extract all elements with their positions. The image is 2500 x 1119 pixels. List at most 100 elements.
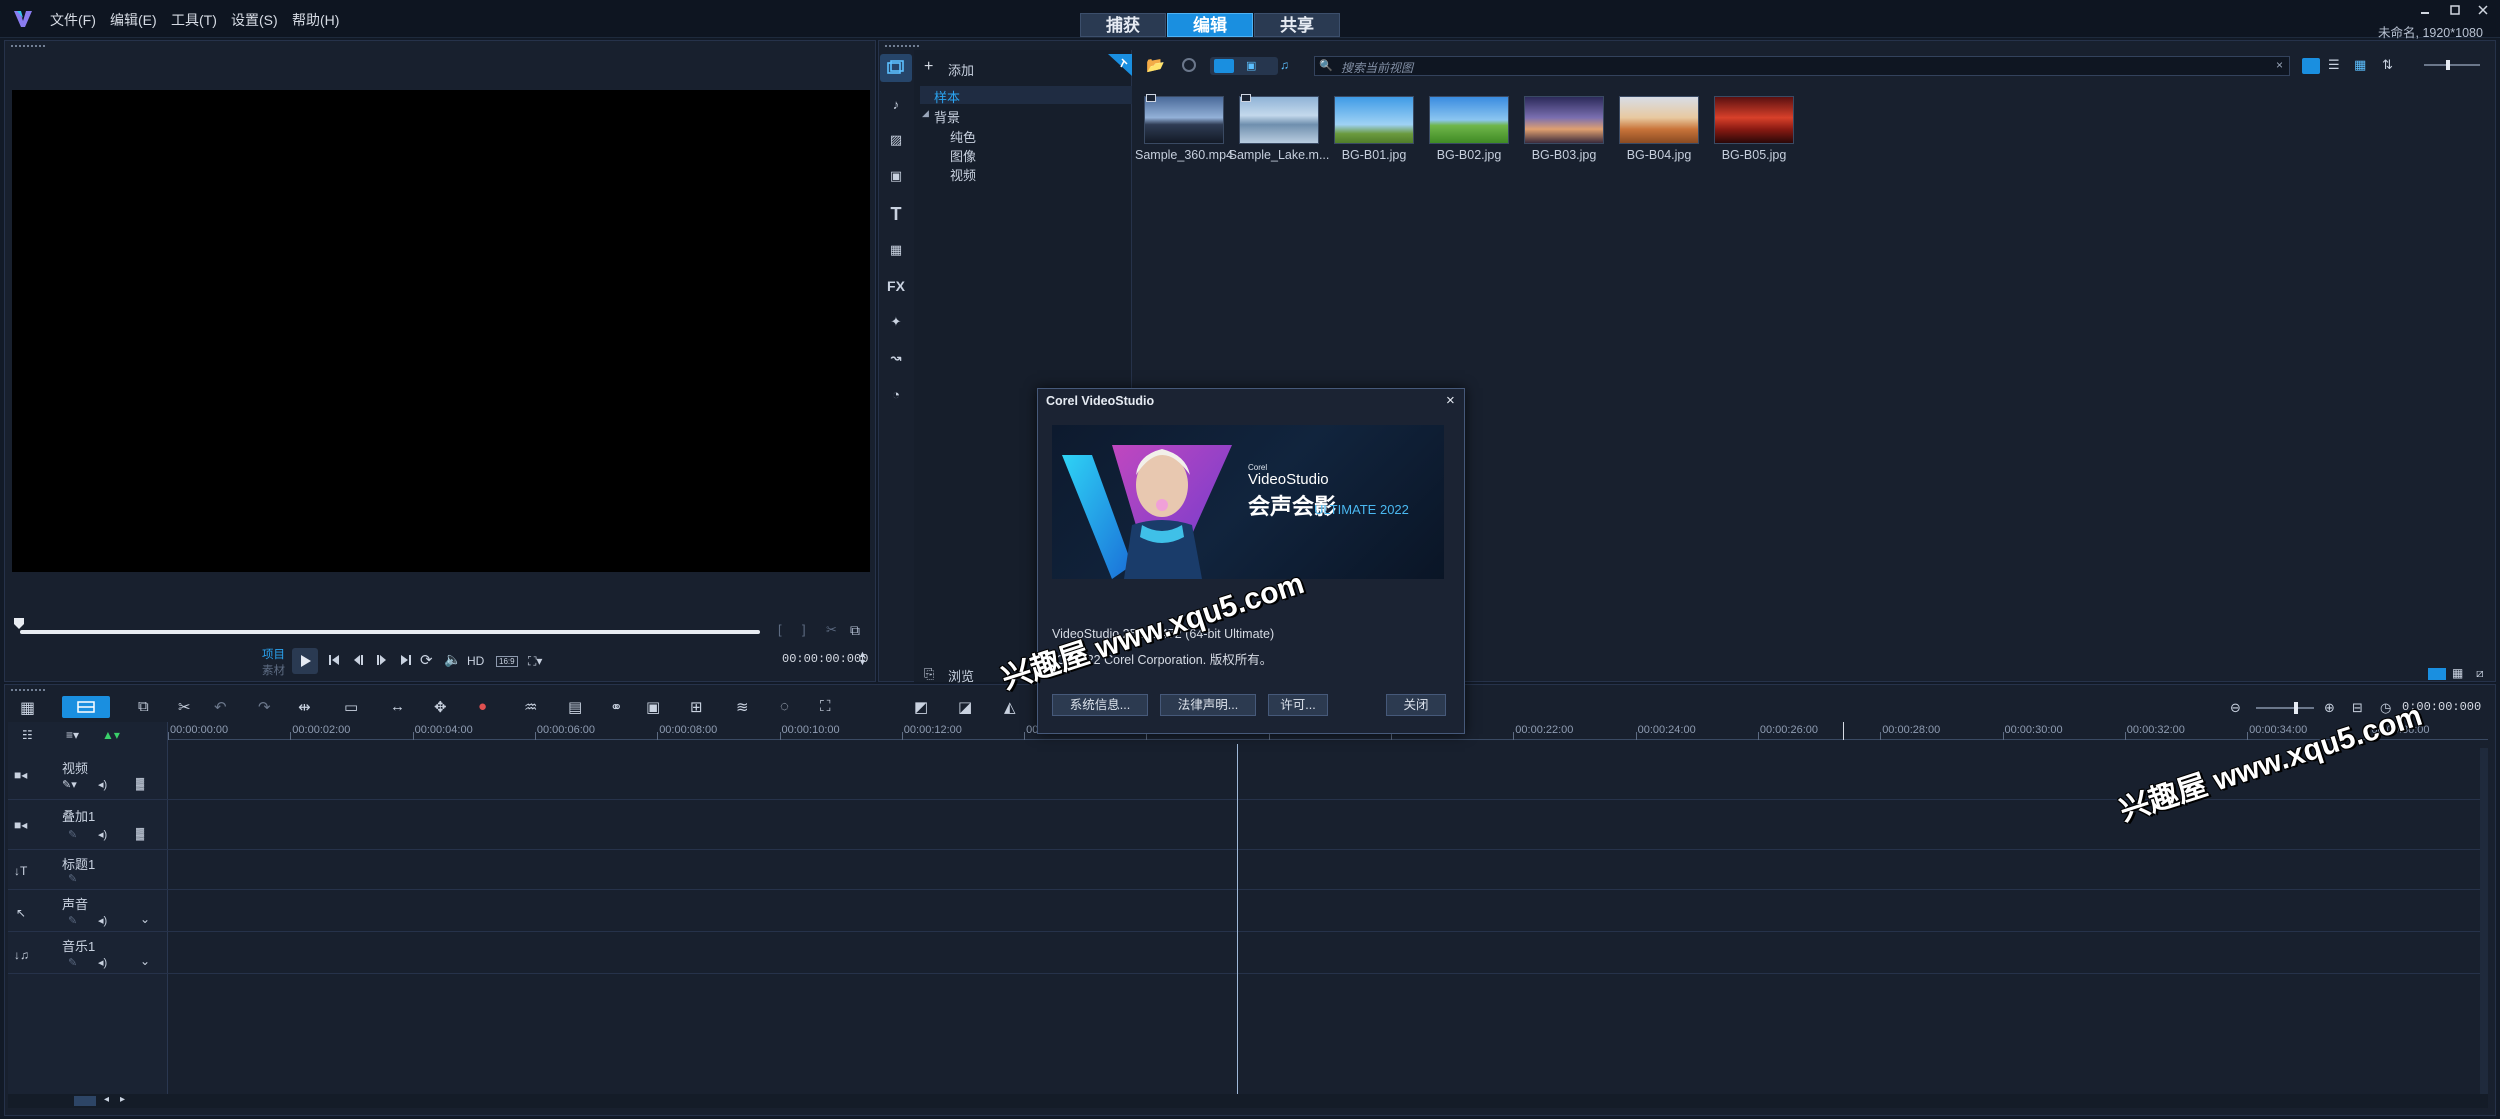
- clear-search-icon[interactable]: ×: [2276, 58, 2283, 72]
- record-capture-icon[interactable]: ●: [478, 698, 487, 715]
- view-mode-icon[interactable]: [2428, 668, 2446, 680]
- mute-icon[interactable]: ◂): [98, 828, 107, 841]
- title-template-icon[interactable]: ▣: [880, 162, 912, 190]
- mute-icon[interactable]: ◂): [98, 956, 107, 969]
- filter-photo-icon[interactable]: ▣: [1246, 59, 1256, 72]
- thumbnail-size-handle[interactable]: [2446, 60, 2450, 70]
- playhead-line[interactable]: [1237, 744, 1238, 1094]
- enlarge-preview-icon[interactable]: ⧉: [850, 622, 860, 639]
- mark-in-icon[interactable]: [: [778, 622, 782, 637]
- hd-toggle[interactable]: HD: [467, 654, 484, 668]
- play-button[interactable]: [292, 648, 318, 674]
- zoom-slider-handle[interactable]: [2294, 702, 2298, 714]
- timecode-spinner-icon[interactable]: ▲ ▼: [858, 650, 867, 667]
- restore-icon[interactable]: [2448, 4, 2462, 16]
- chapter-cue-icon[interactable]: ≡▾: [66, 728, 79, 742]
- next-frame-icon[interactable]: [374, 652, 390, 668]
- edit-track-icon[interactable]: ✎: [68, 914, 77, 927]
- previous-frame-icon[interactable]: [350, 652, 366, 668]
- auto-music-icon[interactable]: ▤: [568, 698, 582, 716]
- search-input[interactable]: 🔍 搜索当前视图 ×: [1314, 56, 2290, 76]
- title-icon[interactable]: T: [880, 200, 912, 228]
- menu-settings[interactable]: 设置(S): [231, 10, 278, 30]
- library-item[interactable]: BG-B02.jpg: [1425, 92, 1513, 164]
- track-manager-icon[interactable]: ☷: [22, 728, 33, 742]
- timeline-view-button[interactable]: [62, 696, 110, 718]
- tab-share[interactable]: 共享: [1254, 13, 1340, 37]
- filter-audio-icon[interactable]: ♫: [1280, 58, 1289, 72]
- view-grid-icon[interactable]: ▦: [2354, 57, 2366, 73]
- chevron-down-icon[interactable]: ⌄: [140, 954, 150, 968]
- undo-icon[interactable]: ↶: [214, 698, 227, 716]
- crop-icon[interactable]: ▭: [344, 698, 358, 716]
- subtitle-icon[interactable]: ▣: [646, 698, 660, 716]
- path-icon[interactable]: ↝: [880, 344, 912, 372]
- go-to-end-icon[interactable]: [398, 652, 414, 668]
- view-list-icon[interactable]: ☰: [2328, 57, 2340, 73]
- edit-track-icon[interactable]: ✎: [68, 828, 77, 841]
- filter-video-icon[interactable]: [1214, 59, 1234, 73]
- edit-track-icon[interactable]: ✎▾: [62, 778, 77, 791]
- media-icon[interactable]: [880, 54, 912, 82]
- library-item[interactable]: BG-B05.jpg: [1710, 92, 1798, 164]
- crop-menu-icon[interactable]: ⛶▾: [528, 654, 542, 669]
- tree-item-video[interactable]: 视频: [950, 165, 976, 184]
- browse-icon[interactable]: ⎘: [924, 666, 934, 682]
- filter-icon[interactable]: FX: [880, 272, 912, 300]
- zoom-out-icon[interactable]: ⊖: [2230, 700, 2241, 716]
- library-item[interactable]: Sample_Lake.m...: [1229, 92, 1329, 164]
- tree-item-background[interactable]: 背景: [934, 107, 960, 126]
- system-info-button[interactable]: 系统信息...: [1052, 694, 1148, 716]
- horizontal-scrollbar[interactable]: [8, 1094, 2488, 1108]
- mode-project-label[interactable]: 项目: [262, 646, 285, 662]
- edit-track-icon[interactable]: ✎: [68, 956, 77, 969]
- aspect-ratio-button[interactable]: 16:9: [496, 656, 518, 667]
- tab-edit[interactable]: 编辑: [1167, 13, 1253, 37]
- effect-icon[interactable]: ✦: [880, 308, 912, 336]
- player-timecode[interactable]: 00:00:00:000: [782, 652, 868, 666]
- expand-icon[interactable]: ◢: [922, 108, 929, 119]
- instant-project-icon[interactable]: ♪: [880, 90, 912, 118]
- minimize-icon[interactable]: [2418, 4, 2432, 16]
- mode-clip-label[interactable]: 素材: [262, 662, 285, 678]
- sort-icon[interactable]: ⇅: [2382, 57, 2393, 73]
- pan-zoom-icon[interactable]: ⛶: [820, 698, 831, 715]
- add-icon[interactable]: +: [924, 58, 933, 76]
- tools-icon[interactable]: ✂: [178, 698, 191, 716]
- ripple-editing-icon[interactable]: ▲▾: [102, 728, 120, 742]
- transition-icon[interactable]: ▨: [880, 126, 912, 154]
- timeline-navigator-icon[interactable]: [74, 1096, 96, 1106]
- ripple-track-icon[interactable]: ▓: [136, 778, 144, 790]
- overlay-icon[interactable]: ▦: [880, 236, 912, 264]
- color-grading-icon[interactable]: ◩: [914, 698, 928, 716]
- scrubber-handle-icon[interactable]: [12, 616, 26, 630]
- menu-tools[interactable]: 工具(T): [171, 10, 217, 30]
- split-icon[interactable]: ✂: [826, 622, 837, 638]
- menu-help[interactable]: 帮助(H): [292, 10, 339, 30]
- view-mode-alt-icon[interactable]: ▦: [2452, 666, 2463, 680]
- scroll-right-icon[interactable]: ▸: [120, 1094, 125, 1105]
- panel-grip[interactable]: [884, 44, 920, 48]
- library-item[interactable]: Sample_360.mp4: [1135, 92, 1233, 164]
- license-button[interactable]: 许可...: [1268, 694, 1328, 716]
- zoom-slider[interactable]: [2256, 707, 2314, 709]
- multi-camera-icon[interactable]: ⊞: [690, 698, 703, 716]
- ripple-icon[interactable]: ↔: [390, 698, 405, 715]
- thumbnail-size-slider[interactable]: [2424, 64, 2480, 66]
- trim-icon[interactable]: ⇹: [298, 698, 311, 716]
- split-screen-icon[interactable]: ◪: [958, 698, 972, 716]
- copy-icon[interactable]: ⧉: [138, 698, 149, 715]
- import-media-icon[interactable]: 📂: [1146, 56, 1165, 74]
- mute-icon[interactable]: ◂): [98, 914, 107, 927]
- record-icon[interactable]: [1182, 58, 1196, 72]
- browse-button[interactable]: 浏览: [948, 666, 974, 685]
- scroll-left-icon[interactable]: ◂: [104, 1094, 109, 1105]
- options-icon[interactable]: ⧄: [2476, 666, 2484, 681]
- fit-icon[interactable]: ✥: [434, 698, 447, 716]
- scrubber-track[interactable]: [20, 630, 760, 634]
- mute-icon[interactable]: ◂): [98, 778, 107, 791]
- redo-icon[interactable]: ↷: [258, 698, 271, 716]
- close-button[interactable]: 关闭: [1386, 694, 1446, 716]
- legal-notice-button[interactable]: 法律声明...: [1160, 694, 1256, 716]
- ripple-track-icon[interactable]: ▓: [136, 828, 144, 840]
